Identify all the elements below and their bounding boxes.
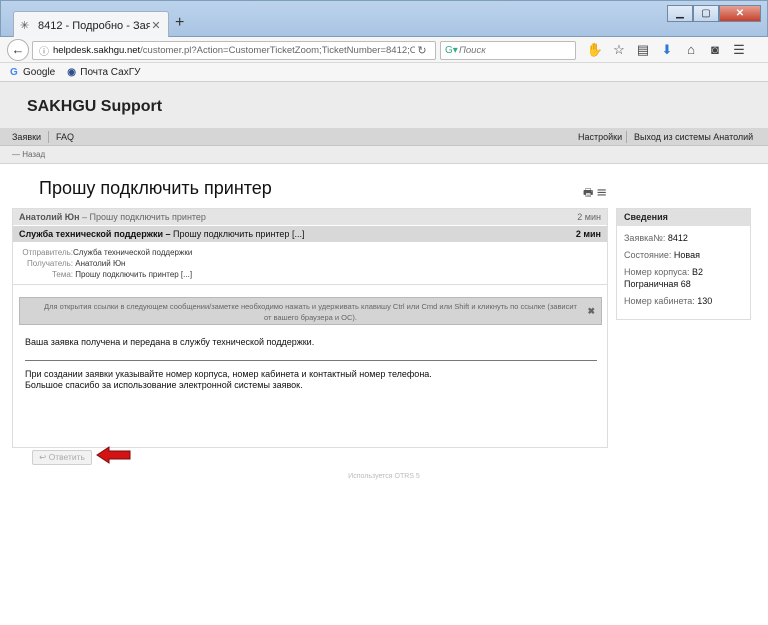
menu-hamburger-icon[interactable]: ☰ (727, 40, 751, 60)
info-room: Номер кабинета: 130 (624, 296, 713, 306)
menu-faq[interactable]: FAQ (50, 128, 80, 146)
menu-settings[interactable]: Настройки (572, 128, 628, 146)
message-sender: Анатолий Юн (19, 212, 80, 222)
browser-navbar: ← ⓘ helpdesk.sakhgu.net/customer.pl?Acti… (0, 37, 768, 63)
message-sender: Служба технической поддержки (19, 229, 164, 239)
tab-close-icon[interactable]: ✕ (150, 19, 162, 32)
info-heading: Сведения (617, 209, 750, 226)
reply-arrow-icon: ↩ (39, 452, 47, 462)
minimize-button[interactable]: ▁ (667, 5, 693, 22)
reload-icon[interactable]: ↻ (415, 44, 429, 57)
notice-close-icon[interactable]: ✖ (587, 306, 595, 317)
meta-from: Отправитель:Служба технической поддержки (22, 248, 193, 257)
browser-tab[interactable]: ✳ 8412 - Подробно - Заявка ... ✕ (13, 11, 169, 39)
page-title: Прошу подключить принтер (39, 178, 272, 198)
message-body: Ваша заявка получена и передана в службу… (25, 337, 597, 391)
info-state: Состояние: Новая (624, 250, 700, 260)
body-line: При создании заявки указывайте номер кор… (25, 369, 432, 379)
menu-separator (626, 131, 627, 143)
message-time: 2 мин (575, 229, 601, 239)
print-icon[interactable]: 🖶 (583, 187, 593, 199)
main-menu: Заявки FAQ Настройки Выход из системы Ан… (0, 128, 768, 160)
search-box[interactable]: G▾ (440, 41, 576, 60)
search-input[interactable] (459, 45, 559, 56)
address-bar[interactable]: ⓘ helpdesk.sakhgu.net/customer.pl?Action… (32, 41, 436, 60)
notice-text: Для открытия ссылки в следующем сообщени… (43, 302, 577, 322)
info-ticket-number: Заявка№: 8412 (624, 233, 688, 243)
message-time: 2 мин (577, 212, 601, 222)
body-line: Большое спасибо за использование электро… (25, 380, 303, 390)
site-header: SAKHGU Support (0, 82, 768, 128)
new-tab-icon[interactable]: + (175, 14, 184, 32)
toolbar-icons: ✋ ☆ ▤ ⬇ ⌂ ◙ ☰ (583, 40, 751, 60)
body-line: Ваша заявка получена и передана в службу… (25, 337, 315, 347)
link-notice: Для открытия ссылки в следующем сообщени… (19, 297, 602, 325)
info-icon[interactable]: ⓘ (39, 43, 53, 58)
back-arrow-icon[interactable]: ← (7, 39, 29, 61)
bookmark-star-icon[interactable]: ☆ (607, 40, 631, 60)
info-building-address: Пограничная 68 (624, 279, 691, 289)
list-view-icon[interactable]: ☰ (596, 187, 606, 199)
bookmarks-list-icon[interactable]: ▤ (631, 40, 655, 60)
bookmarks-bar: G Google ◉ Почта СахГУ (0, 63, 768, 82)
ticket-panel: Анатолий Юн – Прошу подключить принтер 2… (12, 208, 608, 448)
message-subject: Прошу подключить принтер [...] (173, 229, 305, 239)
maximize-button[interactable]: ▢ (693, 5, 719, 22)
bookmark-mail[interactable]: ◉ Почта СахГУ (67, 67, 140, 78)
site-brand: SAKHGU Support (27, 98, 163, 115)
url-text: helpdesk.sakhgu.net/customer.pl?Action=C… (53, 45, 415, 56)
powered-by-footer: Используется OTRS 5 (348, 473, 420, 480)
meta-subject: Тема: Прошу подключить принтер [...] (51, 270, 193, 279)
menu-separator (48, 131, 49, 143)
message-row[interactable]: Анатолий Юн – Прошу подключить принтер 2… (13, 209, 607, 225)
addon-icon[interactable]: ✋ (583, 40, 607, 60)
menu-logout[interactable]: Выход из системы Анатолий Юн (628, 128, 768, 160)
meta-to: Получатель: Анатолий Юн (27, 259, 126, 268)
google-icon: G (10, 66, 18, 78)
tab-title: 8412 - Подробно - Заявка ... (38, 19, 150, 32)
red-pointer-arrow-icon (96, 446, 131, 464)
reply-button[interactable]: ↩ Ответить (32, 450, 92, 465)
title-actions: 🖶 ☰ (583, 184, 607, 203)
message-row-selected[interactable]: Служба технической поддержки – Прошу под… (13, 226, 607, 242)
web-page: SAKHGU Support Заявки FAQ Настройки Выхо… (0, 82, 768, 625)
home-icon[interactable]: ⌂ (679, 40, 703, 60)
window-titlebar: ✳ 8412 - Подробно - Заявка ... ✕ + ▁ ▢ ✕ (0, 0, 768, 39)
site-favicon-icon: ✳ (20, 20, 30, 32)
message-subject: Прошу подключить принтер (89, 212, 206, 222)
search-engine-icon[interactable]: G▾ (445, 45, 459, 56)
close-window-button[interactable]: ✕ (719, 5, 761, 22)
message-meta: Отправитель:Служба технической поддержки… (13, 243, 607, 285)
back-link[interactable]: — Назад (0, 146, 768, 164)
bookmark-google[interactable]: G Google (10, 67, 55, 78)
info-building: Номер корпуса: В2 (624, 267, 704, 277)
window-controls: ▁ ▢ ✕ (667, 5, 761, 22)
body-divider (25, 360, 597, 361)
downloads-icon[interactable]: ⬇ (655, 40, 679, 60)
pocket-icon[interactable]: ◙ (703, 40, 727, 60)
globe-icon: ◉ (67, 66, 76, 78)
ticket-info-panel: Сведения Заявка№: 8412 Состояние: Новая … (616, 208, 751, 320)
menu-tickets[interactable]: Заявки (6, 128, 47, 146)
